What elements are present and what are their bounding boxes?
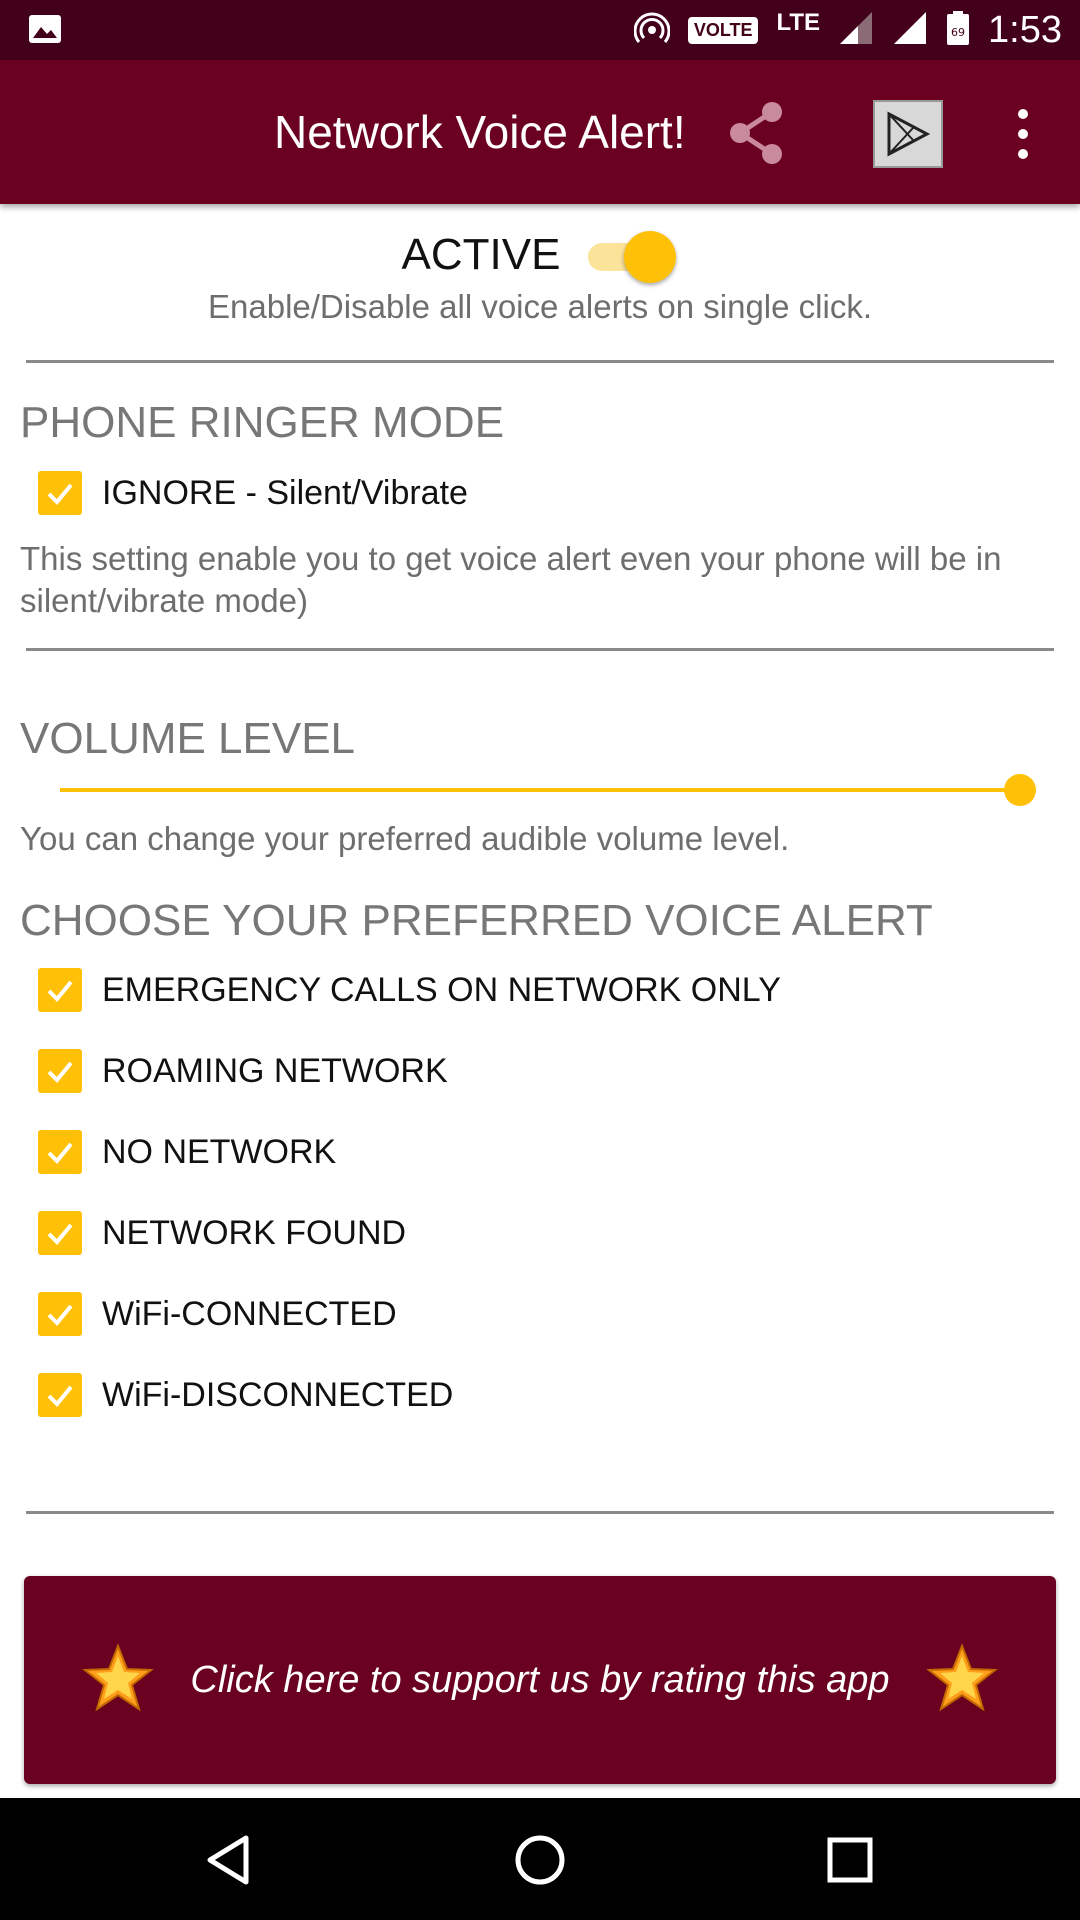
check-icon (38, 1130, 82, 1174)
check-icon (38, 968, 82, 1012)
battery-icon: 69 (946, 10, 970, 51)
hotspot-icon (633, 10, 671, 51)
star-icon (82, 1642, 155, 1719)
master-switch-description: Enable/Disable all voice alerts on singl… (208, 288, 872, 325)
divider (26, 1511, 1054, 1514)
alert-checkbox-emergency-calls[interactable]: EMERGENCY CALLS ON NETWORK ONLY (38, 967, 781, 1013)
recents-icon[interactable] (818, 1828, 882, 1892)
divider (26, 648, 1054, 651)
more-vert-icon[interactable] (1008, 104, 1038, 164)
network-type: LTE (776, 9, 821, 36)
volume-slider-thumb[interactable] (1004, 774, 1036, 806)
volte-badge: VOLTE (687, 16, 759, 44)
alerts-heading: CHOOSE YOUR PREFERRED VOICE ALERT (20, 896, 933, 945)
home-icon[interactable] (508, 1828, 572, 1892)
alert-label: EMERGENCY CALLS ON NETWORK ONLY (102, 970, 781, 1009)
ringer-ignore-checkbox[interactable]: IGNORE - Silent/Vibrate (38, 470, 468, 516)
battery-level: 69 (951, 26, 965, 39)
play-store-icon[interactable] (873, 100, 943, 168)
signal-full-icon (892, 10, 928, 51)
status-bar: VOLTE LTE 69 1:53 (0, 0, 1080, 60)
rate-app-button[interactable]: Click here to support us by rating this … (24, 1576, 1056, 1784)
alert-checkbox-no-network[interactable]: NO NETWORK (38, 1129, 336, 1175)
alert-label: WiFi-CONNECTED (102, 1294, 397, 1333)
image-icon (28, 14, 62, 49)
clock: 1:53 (988, 8, 1062, 51)
check-icon (38, 471, 82, 515)
divider (26, 360, 1054, 363)
alert-label: WiFi-DISCONNECTED (102, 1375, 454, 1414)
master-switch-label: ACTIVE (401, 230, 561, 279)
switch-thumb (624, 231, 677, 283)
check-icon (38, 1211, 82, 1255)
alert-checkbox-network-found[interactable]: NETWORK FOUND (38, 1210, 406, 1256)
volume-description: You can change your preferred audible vo… (20, 820, 790, 857)
alert-label: NETWORK FOUND (102, 1213, 407, 1252)
ringer-ignore-label: IGNORE - Silent/Vibrate (102, 473, 468, 512)
app-toolbar: Network Voice Alert! (0, 60, 1080, 204)
alert-label: ROAMING NETWORK (102, 1051, 448, 1090)
ringer-description: This setting enable you to get voice ale… (20, 540, 1002, 619)
master-switch-toggle[interactable] (586, 227, 678, 283)
back-icon[interactable] (198, 1828, 262, 1892)
alert-checkbox-wifi-connected[interactable]: WiFi-CONNECTED (38, 1291, 397, 1337)
check-icon (38, 1049, 82, 1093)
volume-heading: VOLUME LEVEL (20, 714, 356, 763)
check-icon (38, 1292, 82, 1336)
alert-checkbox-wifi-disconnected[interactable]: WiFi-DISCONNECTED (38, 1372, 453, 1418)
volume-slider-track (60, 788, 1016, 792)
navigation-bar (0, 1798, 1080, 1920)
master-switch-row: ACTIVE (0, 220, 1080, 290)
star-icon (925, 1642, 998, 1719)
app-title: Network Voice Alert! (274, 106, 686, 158)
signal-icon (838, 10, 874, 51)
alert-checkbox-roaming-network[interactable]: ROAMING NETWORK (38, 1048, 448, 1094)
check-icon (38, 1373, 82, 1417)
volume-slider[interactable] (60, 770, 1038, 810)
share-icon[interactable] (722, 98, 792, 168)
alert-label: NO NETWORK (102, 1132, 337, 1171)
rate-app-text: Click here to support us by rating this … (190, 1658, 890, 1701)
ringer-heading: PHONE RINGER MODE (20, 398, 505, 447)
